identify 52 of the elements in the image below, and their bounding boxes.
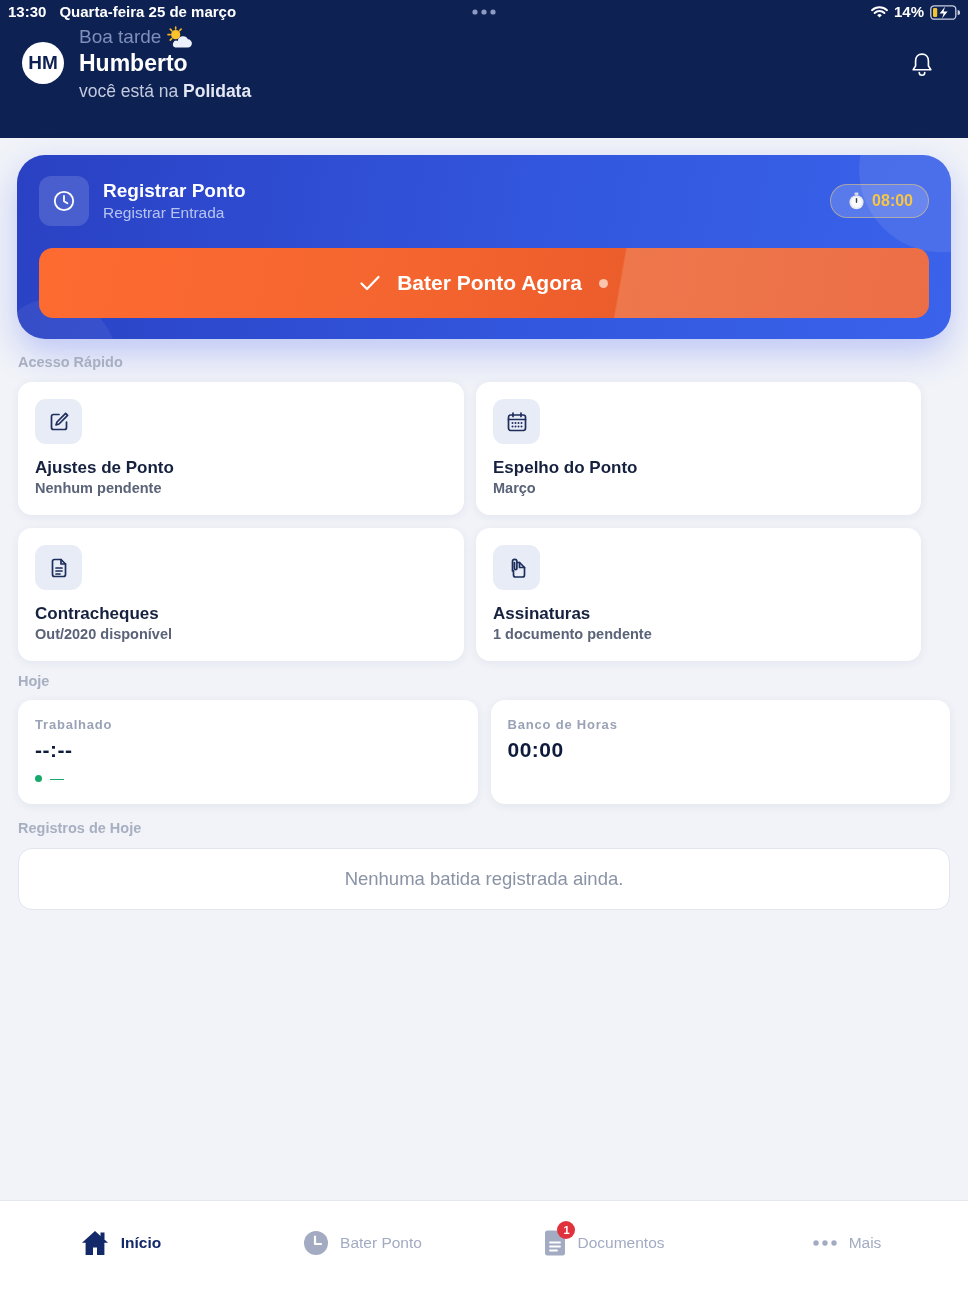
user-name: Humberto [79, 49, 188, 78]
stat-value: --:-- [35, 737, 73, 763]
more-icon [812, 1240, 837, 1246]
avatar: HM [22, 42, 64, 84]
dot-icon [598, 278, 608, 288]
trend-text: — [50, 770, 64, 786]
status-dot-icon [35, 774, 42, 782]
section-title: Registros de Hoje [18, 820, 142, 837]
battery-icon [930, 4, 960, 20]
calendar-icon [493, 399, 540, 444]
quick-access-card[interactable]: Assinaturas 1 documento pendente [476, 528, 921, 661]
status-time: 13:30 [8, 3, 47, 21]
empty-message: Nenhuma batida registrada ainda. [344, 868, 624, 890]
greeting-text: Boa tarde [79, 26, 162, 48]
document-icon [545, 1230, 566, 1256]
section-title: Hoje [18, 673, 50, 690]
stat-label: Trabalhado [35, 717, 113, 733]
card-title: Espelho do Ponto [493, 457, 638, 478]
document-icon [35, 545, 82, 590]
clock-icon [39, 176, 89, 226]
card-subtitle: Out/2020 disponível [35, 625, 172, 644]
card-title: Assinaturas [493, 603, 591, 624]
dots-icon [472, 9, 496, 15]
stat-label: Banco de Horas [507, 717, 618, 733]
status-date: Quarta-feira 25 de março [59, 3, 237, 21]
tab-item[interactable]: 1 Documentos [545, 1220, 665, 1256]
stat-value: 00:00 [507, 737, 564, 763]
sun-cloud-icon [167, 25, 193, 49]
section-title: Acesso Rápido [18, 354, 123, 371]
card-subtitle: 1 documento pendente [493, 625, 652, 644]
battery-percent: 14% [893, 3, 924, 21]
notification-badge: 1 [557, 1221, 576, 1239]
stopwatch-icon [848, 192, 866, 210]
quick-access-card[interactable]: Ajustes de Ponto Nenhum pendente [18, 382, 464, 515]
quick-access-card[interactable]: Contracheques Out/2020 disponível [18, 528, 464, 661]
wifi-icon [870, 6, 888, 18]
paperclip-document-icon [493, 545, 540, 590]
card-subtitle: Março [493, 479, 536, 498]
home-icon [80, 1230, 109, 1256]
card-title: Ajustes de Ponto [35, 457, 174, 478]
bell-icon[interactable] [911, 52, 933, 77]
expected-time: 08:00 [872, 191, 913, 211]
tab-item[interactable]: Início [80, 1220, 162, 1256]
company-text: você está na Polidata [79, 80, 252, 103]
card-subtitle: Nenhum pendente [35, 479, 162, 498]
card-title: Contracheques [35, 603, 159, 624]
quick-access-card[interactable]: Espelho do Ponto Março [476, 382, 921, 515]
edit-icon [35, 399, 82, 444]
check-icon [360, 275, 381, 291]
card-title: Registrar Ponto [103, 179, 246, 203]
clock-icon [304, 1231, 329, 1255]
card-subtitle: Registrar Entrada [103, 203, 225, 223]
